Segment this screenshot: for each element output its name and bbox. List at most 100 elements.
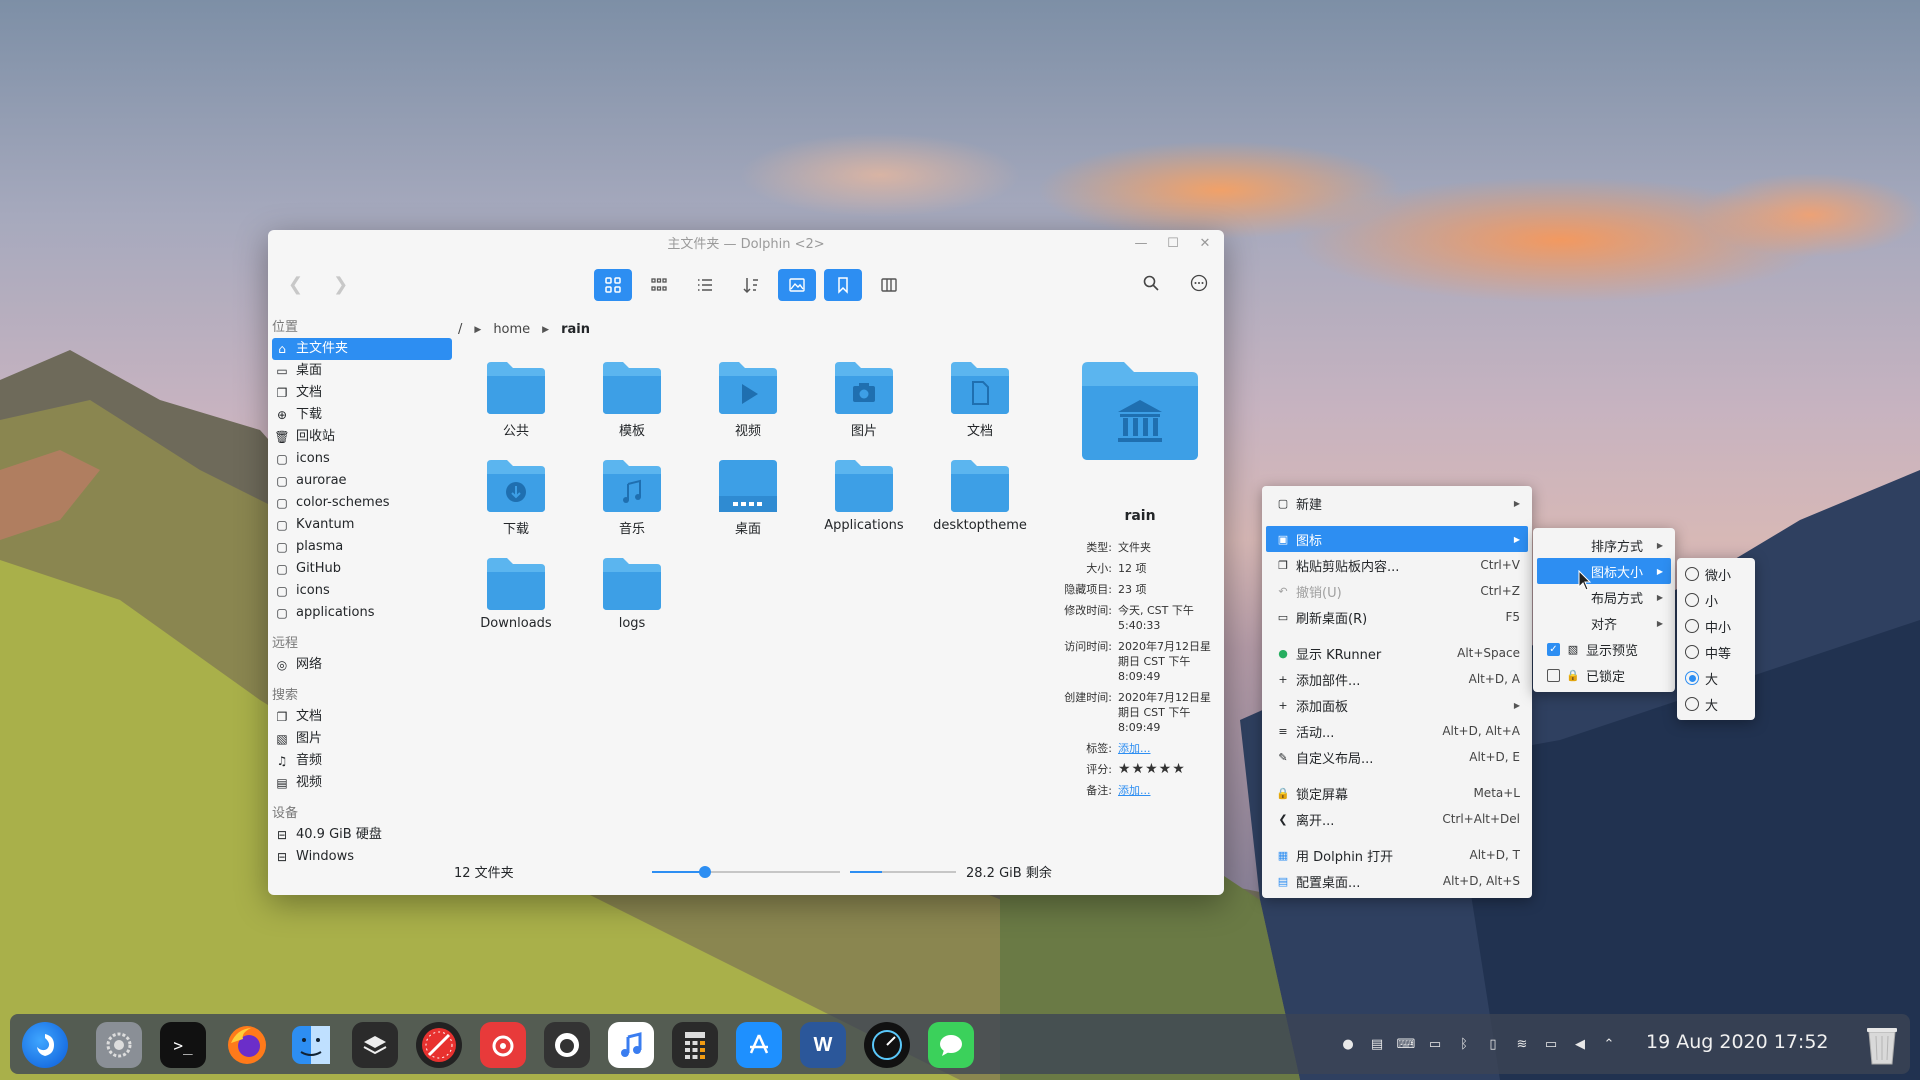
checkbox[interactable] — [1547, 668, 1560, 682]
menu-item-dolphin[interactable]: ▦ 用 Dolphin 打开 Alt+D, T — [1262, 842, 1532, 868]
icons-view-button[interactable] — [594, 269, 632, 301]
dock-app-word[interactable]: W — [800, 1022, 846, 1068]
folder-item-desktop[interactable]: 桌面 — [690, 456, 806, 538]
dock-app-terminal[interactable]: >_ — [160, 1022, 206, 1068]
chevron-right-icon[interactable]: ▶ — [542, 325, 549, 335]
split-view-button[interactable] — [870, 269, 908, 301]
tray-status-icon[interactable]: ● — [1338, 1034, 1358, 1054]
menu-item-paste[interactable]: ❐ 粘贴剪贴板内容... Ctrl+V — [1262, 552, 1532, 578]
details-view-button[interactable] — [686, 269, 724, 301]
minimize-button[interactable]: — — [1134, 237, 1148, 251]
sidebar-item-plasma[interactable]: ▢ plasma — [272, 536, 452, 558]
close-button[interactable]: ✕ — [1198, 237, 1212, 251]
zoom-slider[interactable] — [652, 866, 840, 878]
dock-app-calculator[interactable] — [672, 1022, 718, 1068]
icons-submenu-item-3[interactable]: 对齐 ▶ — [1533, 610, 1675, 636]
sidebar-item-disk[interactable]: ⊟ 40.9 GiB 硬盘 — [272, 824, 452, 846]
folder-item-videos[interactable]: 视频 — [690, 358, 806, 440]
sidebar-item-icons[interactable]: ▢ icons — [272, 448, 452, 470]
icon-size-option-5[interactable]: 大 — [1677, 691, 1755, 717]
folder-item-music[interactable]: 音乐 — [574, 456, 690, 538]
breadcrumb-current[interactable]: rain — [561, 322, 590, 337]
sidebar-item-windows[interactable]: ⊟ Windows — [272, 846, 452, 868]
clipboard-icon[interactable]: ▤ — [1367, 1034, 1387, 1054]
radio-button[interactable] — [1685, 593, 1699, 607]
dock-app-firefox[interactable] — [224, 1022, 270, 1068]
dock-app-messages[interactable] — [928, 1022, 974, 1068]
checkbox[interactable]: ✓ — [1547, 642, 1560, 656]
trash-icon[interactable] — [1864, 1024, 1900, 1066]
menu-item-refresh-desktop[interactable]: ▭ 刷新桌面(R) F5 — [1262, 604, 1532, 630]
expand-tray-icon[interactable]: ⌃ — [1599, 1034, 1619, 1054]
dock-app-launcher[interactable] — [22, 1022, 68, 1068]
radio-button[interactable] — [1685, 619, 1699, 633]
display-icon[interactable]: ▭ — [1541, 1034, 1561, 1054]
preview-button[interactable] — [778, 269, 816, 301]
menu-item-customize-layout[interactable]: ✎ 自定义布局... Alt+D, E — [1262, 744, 1532, 770]
sidebar-item-search-video[interactable]: ▤ 视频 — [272, 772, 452, 794]
icons-submenu-item-4[interactable]: ✓ ▧ 显示预览 — [1533, 636, 1675, 662]
volume-icon[interactable]: ◀ — [1570, 1034, 1590, 1054]
folder-item-downloads-en[interactable]: Downloads — [458, 554, 574, 636]
maximize-button[interactable]: ☐ — [1166, 237, 1180, 251]
sidebar-item-trash[interactable]: 🗑 回收站 — [272, 426, 452, 448]
add-tags-link[interactable]: 添加... — [1118, 741, 1214, 756]
sort-button[interactable] — [732, 269, 770, 301]
chevron-right-icon[interactable]: ▶ — [474, 325, 481, 335]
icons-submenu-item-0[interactable]: 排序方式 ▶ — [1533, 532, 1675, 558]
folder-item-downloads[interactable]: 下载 — [458, 456, 574, 538]
folder-item-logs[interactable]: logs — [574, 554, 690, 636]
forward-button[interactable]: ❯ — [333, 274, 348, 295]
keyboard-icon[interactable]: ⌨ — [1396, 1034, 1416, 1054]
icons-submenu-item-5[interactable]: 🔒 已锁定 — [1533, 662, 1675, 688]
sidebar-item-search-documents[interactable]: ❐ 文档 — [272, 706, 452, 728]
wifi-icon[interactable]: ≋ — [1512, 1034, 1532, 1054]
sidebar-item-search-images[interactable]: ▧ 图片 — [272, 728, 452, 750]
compact-view-button[interactable] — [640, 269, 678, 301]
dock-app-github[interactable] — [544, 1022, 590, 1068]
folder-item-templates[interactable]: 模板 — [574, 358, 690, 440]
menu-item-lock-screen[interactable]: 🔒 锁定屏幕 Meta+L — [1262, 780, 1532, 806]
dock-app-finder[interactable] — [288, 1022, 334, 1068]
sidebar-item-github[interactable]: ▢ GitHub — [272, 558, 452, 580]
sidebar-item-applications[interactable]: ▢ applications — [272, 602, 452, 624]
menu-item-add-widget[interactable]: + 添加部件... Alt+D, A — [1262, 666, 1532, 692]
sidebar-item-home[interactable]: ⌂ 主文件夹 — [272, 338, 452, 360]
breadcrumb-home[interactable]: home — [493, 322, 530, 337]
sidebar-item-aurorae[interactable]: ▢ aurorae — [272, 470, 452, 492]
sidebar-item-icons-2[interactable]: ▢ icons — [272, 580, 452, 602]
icon-size-option-4[interactable]: 大 — [1677, 665, 1755, 691]
add-comment-link[interactable]: 添加... — [1118, 783, 1214, 798]
menu-item-leave[interactable]: ❮ 离开... Ctrl+Alt+Del — [1262, 806, 1532, 832]
zoom-slider-handle[interactable] — [698, 866, 711, 878]
clock[interactable]: 19 Aug 2020 17:52 — [1646, 1031, 1829, 1053]
bluetooth-icon[interactable]: ᛒ — [1454, 1034, 1474, 1054]
dock-app-screenshot[interactable] — [416, 1022, 462, 1068]
icon-size-option-0[interactable]: 微小 — [1677, 561, 1755, 587]
folder-item-documents[interactable]: 文档 — [922, 358, 1038, 440]
sidebar-item-kvantum[interactable]: ▢ Kvantum — [272, 514, 452, 536]
icon-size-option-3[interactable]: 中等 — [1677, 639, 1755, 665]
dock-app-netease-music[interactable] — [480, 1022, 526, 1068]
dock-app-music[interactable] — [608, 1022, 654, 1068]
sidebar-item-color-schemes[interactable]: ▢ color-schemes — [272, 492, 452, 514]
menu-button[interactable] — [1188, 272, 1210, 294]
menu-item-krunner[interactable]: ● 显示 KRunner Alt+Space — [1262, 640, 1532, 666]
icons-submenu-item-1[interactable]: 图标大小 ▶ — [1537, 558, 1671, 584]
battery-icon[interactable]: ▭ — [1425, 1034, 1445, 1054]
menu-item-activities[interactable]: ≡ 活动... Alt+D, Alt+A — [1262, 718, 1532, 744]
icon-size-option-2[interactable]: 中小 — [1677, 613, 1755, 639]
dock-app-settings[interactable] — [96, 1022, 142, 1068]
sidebar-item-network[interactable]: ◎ 网络 — [272, 654, 452, 676]
radio-button[interactable] — [1685, 697, 1699, 711]
sidebar-item-desktop[interactable]: ▭ 桌面 — [272, 360, 452, 382]
menu-item-new[interactable]: ▢ 新建 ▶ — [1262, 490, 1532, 516]
sidebar-item-downloads[interactable]: ⊕ 下载 — [272, 404, 452, 426]
radio-button[interactable] — [1685, 567, 1699, 581]
folder-item-applications[interactable]: Applications — [806, 456, 922, 538]
menu-item-configure-desktop[interactable]: ▤ 配置桌面... Alt+D, Alt+S — [1262, 868, 1532, 894]
dock-app-app-store[interactable] — [736, 1022, 782, 1068]
menu-item-add-panel[interactable]: + 添加面板 ▶ — [1262, 692, 1532, 718]
back-button[interactable]: ❮ — [288, 274, 303, 295]
menu-item-icons[interactable]: ▣ 图标 ▶ — [1266, 526, 1528, 552]
